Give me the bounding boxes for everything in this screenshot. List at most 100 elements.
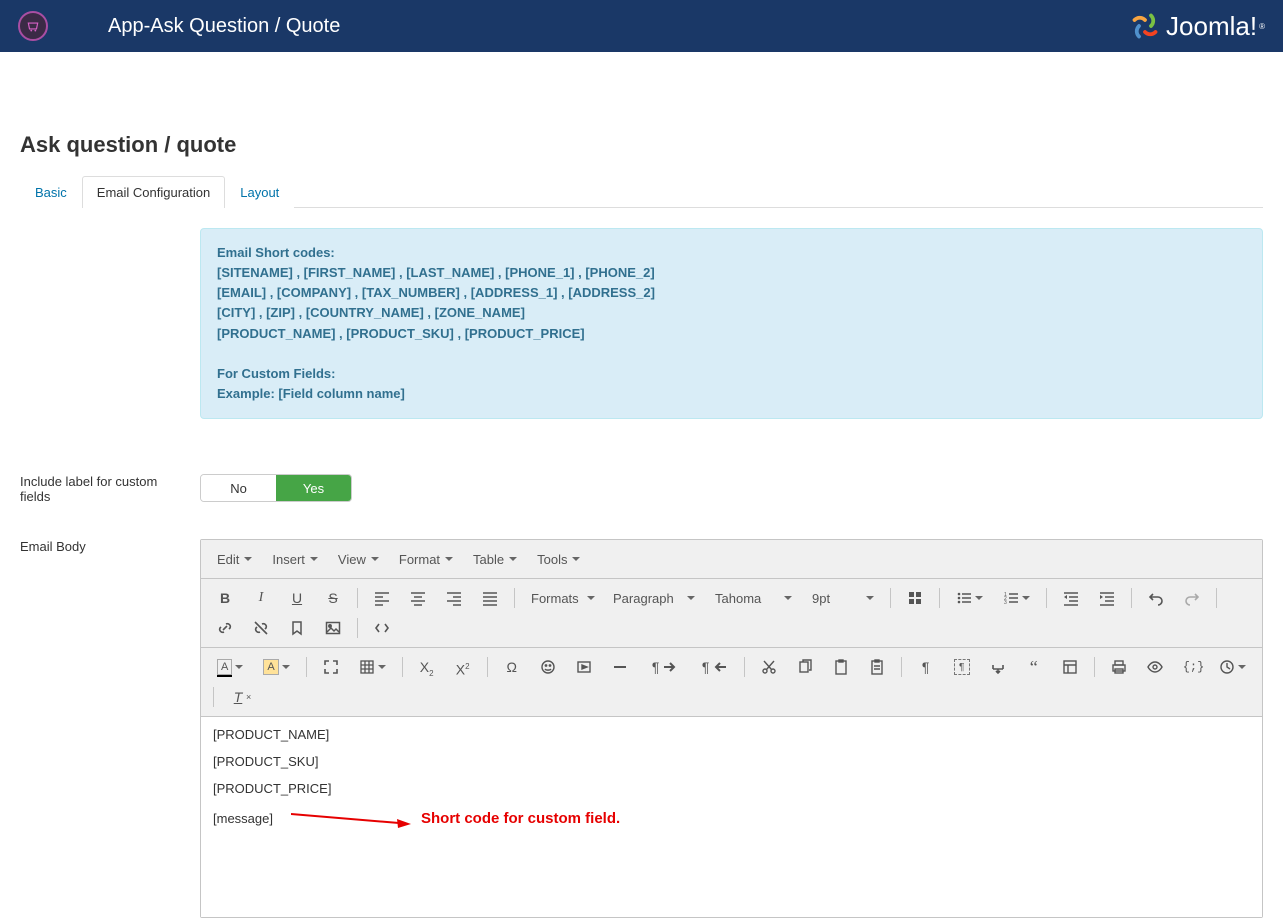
- body-line: [message]: [213, 811, 273, 826]
- shortcodes-line: [SITENAME] , [FIRST_NAME] , [LAST_NAME] …: [217, 263, 1246, 283]
- redo-button[interactable]: [1175, 585, 1209, 611]
- align-justify-button[interactable]: [473, 585, 507, 611]
- separator: [357, 618, 358, 638]
- fullscreen-button[interactable]: [314, 654, 348, 680]
- datetime-button[interactable]: [1210, 654, 1255, 680]
- separator: [213, 687, 214, 707]
- page-title: Ask question / quote: [20, 132, 1263, 158]
- menu-table[interactable]: Table: [464, 546, 526, 572]
- separator: [402, 657, 403, 677]
- menu-tools[interactable]: Tools: [528, 546, 589, 572]
- separator: [514, 588, 515, 608]
- menu-view[interactable]: View: [329, 546, 388, 572]
- editor-toolbar-2: A A X2 X2 Ω ¶ ¶: [201, 648, 1262, 717]
- text-color-button[interactable]: A: [208, 654, 252, 680]
- block-format-dropdown[interactable]: Paragraph: [604, 585, 704, 611]
- menu-edit[interactable]: Edit: [208, 546, 261, 572]
- ltr-button[interactable]: ¶: [639, 654, 687, 680]
- strikethrough-button[interactable]: S: [316, 585, 350, 611]
- number-list-button[interactable]: 123: [994, 585, 1039, 611]
- rich-text-editor: Edit Insert View Format Table Tools B I …: [200, 539, 1263, 918]
- copy-button[interactable]: [788, 654, 822, 680]
- tab-layout[interactable]: Layout: [225, 176, 294, 208]
- separator: [306, 657, 307, 677]
- separator: [744, 657, 745, 677]
- shortcodes-heading: Email Short codes:: [217, 243, 1246, 263]
- editor-menubar: Edit Insert View Format Table Tools: [201, 540, 1262, 579]
- indent-button[interactable]: [1090, 585, 1124, 611]
- toggle-yes-button[interactable]: Yes: [276, 475, 351, 501]
- shortcodes-info-box: Email Short codes: [SITENAME] , [FIRST_N…: [200, 228, 1263, 419]
- formats-dropdown[interactable]: Formats: [522, 585, 602, 611]
- menu-format[interactable]: Format: [390, 546, 462, 572]
- media-button[interactable]: [567, 654, 601, 680]
- hr-button[interactable]: [603, 654, 637, 680]
- font-size-dropdown[interactable]: 9pt: [803, 585, 883, 611]
- preview-button[interactable]: [1138, 654, 1172, 680]
- align-left-button[interactable]: [365, 585, 399, 611]
- superscript-button[interactable]: X2: [446, 654, 480, 680]
- align-center-button[interactable]: [401, 585, 435, 611]
- paragraph-button[interactable]: ¶: [909, 654, 943, 680]
- paste-text-button[interactable]: [860, 654, 894, 680]
- page-content: Ask question / quote Basic Email Configu…: [0, 52, 1283, 918]
- annotation-row: [message] Short code for custom field.: [213, 808, 1250, 828]
- module-button[interactable]: [898, 585, 932, 611]
- code-sample-button[interactable]: {;}: [1174, 654, 1208, 680]
- body-line: [PRODUCT_NAME]: [213, 727, 1250, 742]
- align-right-button[interactable]: [437, 585, 471, 611]
- clear-format-button[interactable]: T×: [221, 684, 260, 710]
- tab-basic[interactable]: Basic: [20, 176, 82, 208]
- source-code-button[interactable]: [365, 615, 399, 641]
- special-char-button[interactable]: Ω: [495, 654, 529, 680]
- shortcodes-line: [PRODUCT_NAME] , [PRODUCT_SKU] , [PRODUC…: [217, 324, 1246, 344]
- outdent-button[interactable]: [1054, 585, 1088, 611]
- body-line: [PRODUCT_SKU]: [213, 754, 1250, 769]
- separator: [357, 588, 358, 608]
- font-family-dropdown[interactable]: Tahoma: [706, 585, 801, 611]
- tab-email-configuration[interactable]: Email Configuration: [82, 176, 225, 208]
- admin-topbar: App-Ask Question / Quote Joomla!®: [0, 0, 1283, 52]
- custom-fields-example: Example: [Field column name]: [217, 384, 1246, 404]
- separator: [901, 657, 902, 677]
- config-tabs: Basic Email Configuration Layout: [20, 176, 1263, 208]
- print-button[interactable]: [1102, 654, 1136, 680]
- background-color-button[interactable]: A: [254, 654, 298, 680]
- menu-insert[interactable]: Insert: [263, 546, 327, 572]
- annotation-text: Short code for custom field.: [421, 810, 620, 827]
- blockquote-button[interactable]: “: [1017, 654, 1051, 680]
- separator: [487, 657, 488, 677]
- link-button[interactable]: [208, 615, 242, 641]
- emoticon-button[interactable]: [531, 654, 565, 680]
- image-button[interactable]: [316, 615, 350, 641]
- anchor-button[interactable]: [280, 615, 314, 641]
- topbar-title: App-Ask Question / Quote: [108, 15, 340, 38]
- bullet-list-button[interactable]: [947, 585, 992, 611]
- paste-button[interactable]: [824, 654, 858, 680]
- separator: [1216, 588, 1217, 608]
- italic-button[interactable]: I: [244, 585, 278, 611]
- toggle-no-button[interactable]: No: [201, 475, 276, 501]
- custom-fields-heading: For Custom Fields:: [217, 364, 1246, 384]
- include-label-toggle: No Yes: [200, 474, 352, 502]
- separator: [890, 588, 891, 608]
- app-logo-icon: [18, 11, 48, 41]
- editor-content-area[interactable]: [PRODUCT_NAME] [PRODUCT_SKU] [PRODUCT_PR…: [201, 717, 1262, 917]
- template-button[interactable]: [1053, 654, 1087, 680]
- subscript-button[interactable]: X2: [410, 654, 444, 680]
- undo-button[interactable]: [1139, 585, 1173, 611]
- unlink-button[interactable]: [244, 615, 278, 641]
- separator: [1131, 588, 1132, 608]
- rtl-button[interactable]: ¶: [689, 654, 737, 680]
- bold-button[interactable]: B: [208, 585, 242, 611]
- underline-button[interactable]: U: [280, 585, 314, 611]
- separator: [1046, 588, 1047, 608]
- nbsp-button[interactable]: [981, 654, 1015, 680]
- blank-line: [217, 344, 1246, 364]
- separator: [939, 588, 940, 608]
- cut-button[interactable]: [752, 654, 786, 680]
- empty-label: [20, 228, 200, 419]
- table-button[interactable]: [350, 654, 395, 680]
- shortcodes-line: [EMAIL] , [COMPANY] , [TAX_NUMBER] , [AD…: [217, 283, 1246, 303]
- show-blocks-button[interactable]: ¶: [945, 654, 979, 680]
